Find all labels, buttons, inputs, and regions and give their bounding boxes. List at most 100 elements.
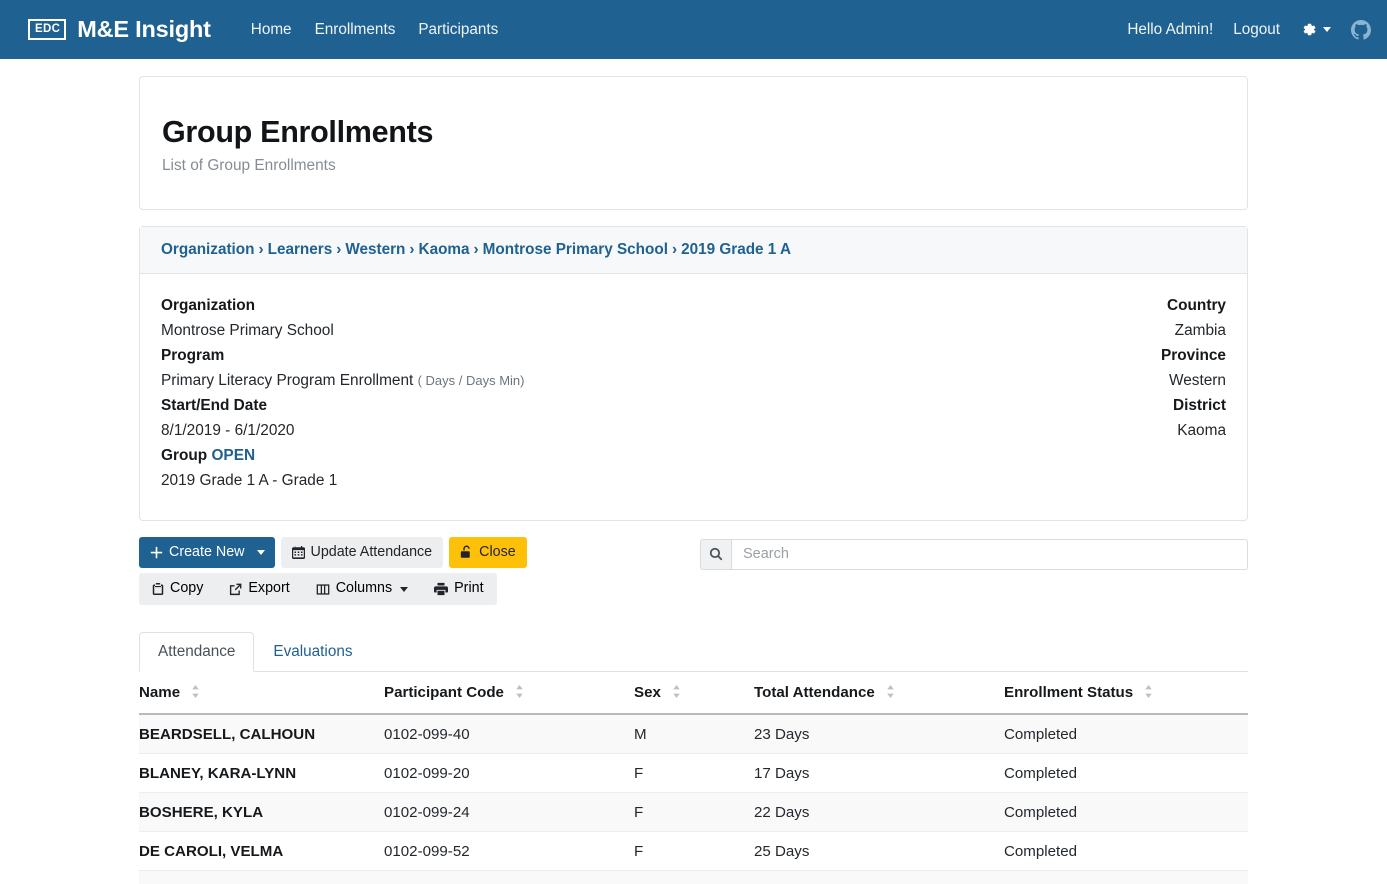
- table-row[interactable]: BEARDSELL, CALHOUN 0102-099-40 M 23 Days…: [139, 713, 1248, 754]
- breadcrumb-item-western[interactable]: Western: [345, 241, 405, 258]
- clipboard-icon: [152, 582, 164, 596]
- cell-enrollment-status: Completed: [1004, 870, 1248, 884]
- breadcrumb-separator-icon: ›: [258, 241, 264, 258]
- group-value: 2019 Grade 1 A - Grade 1: [161, 471, 338, 489]
- column-header-total-attendance[interactable]: Total Attendance: [754, 672, 1004, 715]
- table-row[interactable]: BLANEY, KARA-LYNN 0102-099-20 F 17 Days …: [139, 753, 1248, 793]
- breadcrumb-item-montrose-primary-school[interactable]: Montrose Primary School: [483, 241, 668, 258]
- update-attendance-label: Update Attendance: [310, 543, 433, 560]
- breadcrumb: Organization › Learners › Western › Kaoma › Mont…: [140, 227, 1247, 274]
- start-end-date-value: 8/1/2019 - 6/1/2020: [161, 421, 295, 439]
- cell-total-attendance: 25 Days: [754, 831, 1004, 871]
- group-label: Group: [161, 446, 208, 464]
- action-buttons: Create New Update Attendance Close Copy …: [139, 536, 527, 606]
- breadcrumb-separator-icon: ›: [671, 241, 678, 258]
- organization-value: Montrose Primary School: [161, 321, 334, 339]
- breadcrumb-item-learners[interactable]: Learners: [268, 241, 333, 258]
- column-header-participant-code[interactable]: Participant Code: [384, 672, 634, 715]
- github-icon[interactable]: [1351, 19, 1371, 40]
- create-new-button[interactable]: Create New: [139, 536, 253, 569]
- sort-icon: [191, 684, 200, 702]
- columns-icon: [316, 583, 330, 596]
- chevron-down-icon: [1323, 27, 1331, 32]
- brand[interactable]: EDC M&E Insight: [28, 16, 211, 43]
- column-header-sex[interactable]: Sex: [634, 672, 754, 715]
- cell-sex: F: [634, 792, 754, 832]
- enrollment-detail-card: Organization › Learners › Western › Kaoma › Mont…: [139, 226, 1248, 521]
- close-button[interactable]: Close: [449, 536, 527, 569]
- organization-label: Organization: [161, 297, 256, 314]
- column-header-enrollment-status[interactable]: Enrollment Status: [1004, 672, 1248, 715]
- cell-total-attendance: 17 Days: [754, 753, 1004, 793]
- print-button[interactable]: Print: [421, 573, 496, 605]
- group-status-badge: OPEN: [211, 446, 256, 464]
- unlock-icon: [460, 545, 473, 559]
- start-end-date-label: Start/End Date: [161, 396, 268, 414]
- page-container: Group Enrollments List of Group Enrollme…: [0, 76, 1387, 884]
- table-tools-group: Copy Export Columns Print: [139, 573, 497, 606]
- cell-name: BEARDSELL, CALHOUN: [139, 713, 384, 754]
- cell-name: BOSHERE, KYLA: [139, 792, 384, 832]
- program-label: Program: [161, 346, 225, 364]
- nav-right: Hello Admin! Logout: [1127, 19, 1371, 40]
- district-value: Kaoma: [1177, 421, 1226, 439]
- detail-left-column: Organization Montrose Primary School Pro…: [161, 294, 525, 494]
- province-label: Province: [1160, 346, 1226, 364]
- column-label-participant-code: Participant Code: [384, 684, 504, 702]
- copy-label: Copy: [170, 580, 204, 597]
- cell-total-attendance: 22 Days: [754, 792, 1004, 832]
- column-label-total-attendance: Total Attendance: [754, 684, 875, 702]
- copy-button[interactable]: Copy: [139, 573, 216, 605]
- logout-link[interactable]: Logout: [1233, 21, 1280, 39]
- breadcrumb-item-kaoma[interactable]: Kaoma: [419, 241, 470, 258]
- cell-total-attendance: 23 Days: [754, 713, 1004, 754]
- column-label-enrollment-status: Enrollment Status: [1004, 684, 1134, 702]
- nav-item-enrollments[interactable]: Enrollments: [315, 21, 396, 39]
- search-input[interactable]: [731, 538, 1248, 570]
- table-row[interactable]: BOSHERE, KYLA 0102-099-24 F 22 Days Comp…: [139, 792, 1248, 832]
- export-label: Export: [248, 580, 290, 597]
- cell-participant-code: 0102-099-12: [384, 870, 634, 884]
- attendance-table: Name Participant Code Sex Total Attendan…: [139, 672, 1248, 884]
- search-icon: [700, 538, 731, 570]
- country-value: Zambia: [1174, 321, 1226, 339]
- sort-icon: [886, 684, 895, 702]
- page-header-card: Group Enrollments List of Group Enrollme…: [139, 76, 1248, 210]
- cell-total-attendance: 17 Days: [754, 870, 1004, 884]
- table-row[interactable]: DE CAROLI, VELMA 0102-099-52 F 25 Days C…: [139, 831, 1248, 871]
- page-subtitle: List of Group Enrollments: [162, 157, 336, 174]
- column-label-name: Name: [139, 684, 181, 702]
- detail-right-column: Country Zambia Province Western District…: [1161, 294, 1226, 494]
- table-header: Name Participant Code Sex Total Attendan…: [139, 672, 1248, 715]
- update-attendance-button[interactable]: Update Attendance: [280, 536, 444, 569]
- breadcrumb-separator-icon: ›: [473, 241, 479, 258]
- calendar-icon: [291, 545, 305, 559]
- cell-participant-code: 0102-099-24: [384, 792, 634, 832]
- close-label: Close: [479, 543, 516, 560]
- breadcrumb-item-organization[interactable]: Organization: [161, 241, 254, 258]
- cell-sex: F: [634, 753, 754, 793]
- district-label: District: [1172, 396, 1226, 414]
- breadcrumb-item-2019-grade-1-a[interactable]: 2019 Grade 1 A: [681, 241, 791, 258]
- tab-attendance[interactable]: Attendance: [139, 632, 255, 673]
- province-value: Western: [1168, 371, 1226, 389]
- tab-evaluations[interactable]: Evaluations: [254, 632, 371, 672]
- cell-sex: M: [634, 713, 754, 754]
- table-row[interactable]: DEENEY, DEEANNE 0102-099-12 F 17 Days Co…: [139, 870, 1248, 884]
- detail-body: Organization Montrose Primary School Pro…: [140, 274, 1247, 520]
- columns-button[interactable]: Columns: [303, 573, 421, 605]
- column-header-name[interactable]: Name: [139, 672, 384, 715]
- edc-logo: EDC: [28, 18, 67, 41]
- settings-dropdown[interactable]: [1300, 21, 1331, 38]
- breadcrumb-separator-icon: ›: [336, 241, 342, 258]
- create-new-label: Create New: [169, 543, 245, 560]
- table-body: BEARDSELL, CALHOUN 0102-099-40 M 23 Days…: [139, 713, 1248, 884]
- cell-name: DEENEY, DEEANNE: [139, 870, 384, 884]
- sort-icon: [515, 684, 524, 702]
- create-new-dropdown-toggle[interactable]: [252, 536, 275, 569]
- nav-item-home[interactable]: Home: [251, 21, 292, 39]
- cell-enrollment-status: Completed: [1004, 792, 1248, 832]
- nav-item-participants[interactable]: Participants: [418, 21, 498, 39]
- export-button[interactable]: Export: [216, 573, 302, 605]
- toolbar-row: Create New Update Attendance Close Copy …: [139, 536, 1248, 606]
